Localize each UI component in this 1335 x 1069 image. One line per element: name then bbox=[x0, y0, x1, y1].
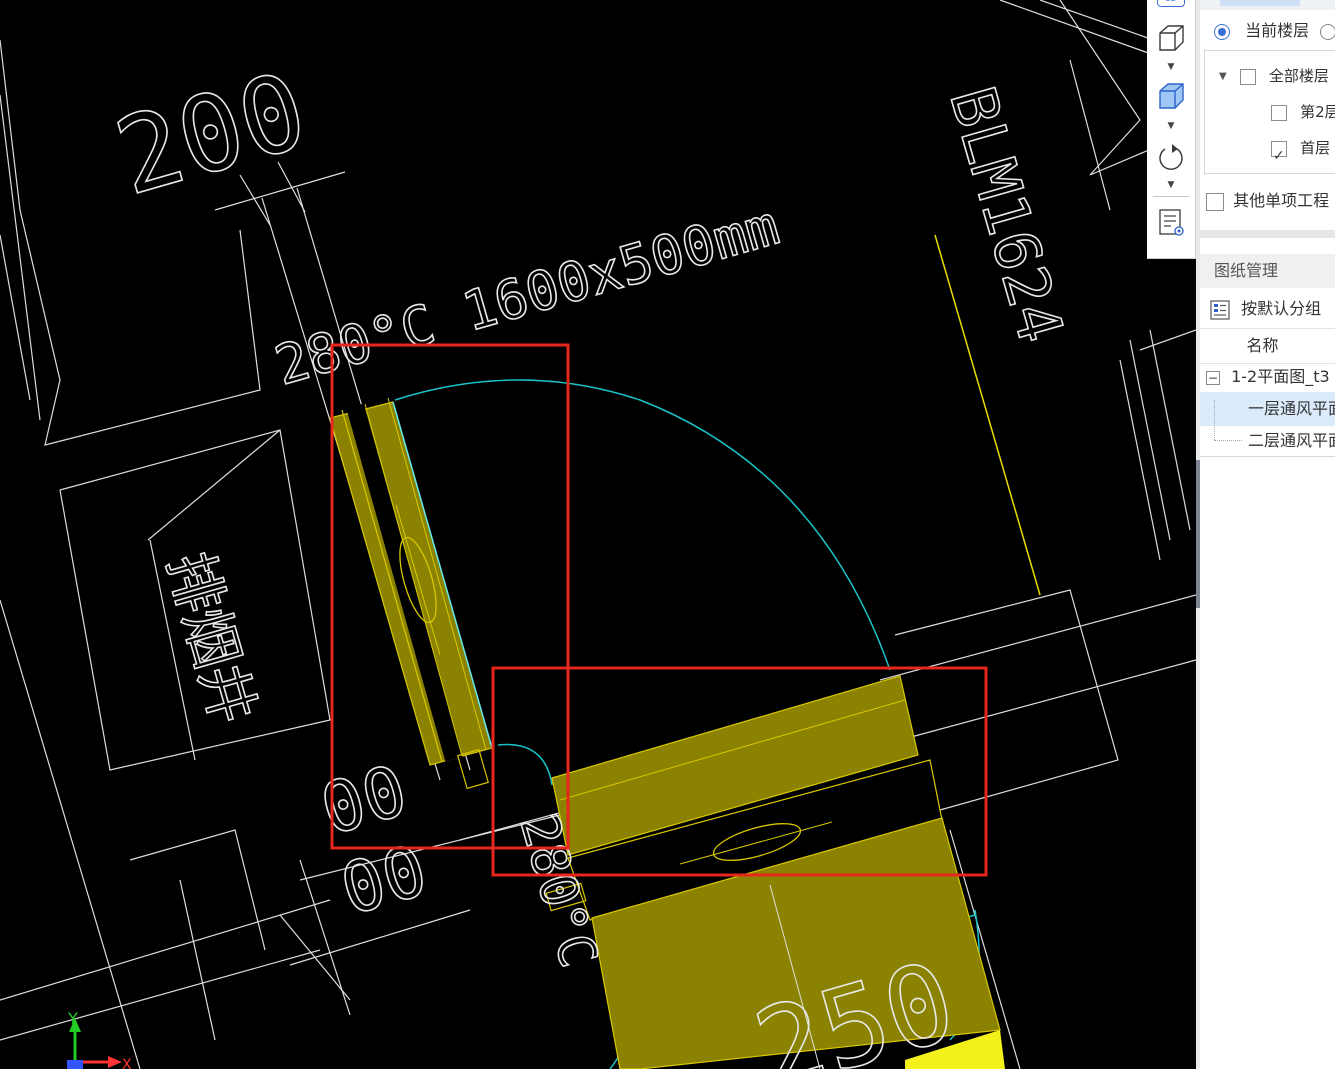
tree-bottom-border bbox=[1200, 456, 1335, 457]
radio-unselected-icon[interactable] bbox=[1320, 23, 1335, 40]
column-header-name[interactable]: 名称 bbox=[1200, 328, 1335, 364]
checkbox-floor1[interactable] bbox=[1271, 139, 1287, 165]
right-panel: 当前楼层 ▼ 全部楼层 第2层 首层 其他单项工程 图纸管理 bbox=[1200, 0, 1335, 1069]
tree-item-floor1[interactable]: 首层 bbox=[1271, 131, 1335, 165]
wireframe-dropdown-arrow[interactable]: ▼ bbox=[1165, 62, 1177, 72]
panel-tab[interactable] bbox=[1220, 0, 1300, 6]
dimension-text-200[interactable]: 200 bbox=[102, 49, 320, 220]
rotate-dropdown-arrow[interactable]: ▼ bbox=[1165, 180, 1177, 190]
drawing-2-label: 二层通风平面图 bbox=[1248, 431, 1335, 450]
tree-connector bbox=[1214, 400, 1216, 440]
current-floor-label: 当前楼层 bbox=[1245, 21, 1310, 40]
other-projects-label: 其他单项工程 bbox=[1233, 191, 1330, 210]
drawing-manager-title: 图纸管理 bbox=[1214, 261, 1279, 280]
toolbar-separator bbox=[1153, 196, 1189, 197]
layer-list-button[interactable] bbox=[1155, 204, 1187, 240]
cube-wireframe-icon bbox=[1159, 25, 1184, 51]
tree-item-floor2[interactable]: 第2层 bbox=[1271, 95, 1335, 129]
wireframe-view-button[interactable] bbox=[1155, 20, 1187, 56]
expand-triangle-icon[interactable]: ▼ bbox=[1219, 60, 1227, 94]
panel-tab-strip bbox=[1200, 0, 1335, 10]
tree-root-item[interactable]: − 1-2平面图_t3 bbox=[1200, 360, 1335, 394]
collapse-icon[interactable]: − bbox=[1206, 370, 1220, 385]
group-list-icon bbox=[1210, 299, 1230, 320]
group-button-label: 按默认分组 bbox=[1241, 299, 1322, 318]
drawing-1-label: 一层通风平面图 bbox=[1248, 399, 1335, 418]
floor1-label: 首层 bbox=[1300, 139, 1331, 157]
solid-view-button[interactable] bbox=[1155, 78, 1187, 114]
drawing-manager-header: 图纸管理 bbox=[1200, 254, 1335, 288]
3d-view-button[interactable]: 3D bbox=[1155, 0, 1187, 14]
view-toolbar: 3D ▼ ▼ ▼ bbox=[1147, 0, 1196, 259]
tree-connector-h bbox=[1214, 440, 1242, 442]
tree-item-all-floors[interactable]: ▼ 全部楼层 bbox=[1219, 59, 1335, 93]
axis-y-label: Y bbox=[67, 1009, 78, 1028]
duct-segment-vertical[interactable] bbox=[329, 397, 493, 790]
smoke-shaft-label[interactable]: 排烟井 bbox=[154, 544, 269, 732]
radio-current-floor[interactable]: 当前楼层 bbox=[1200, 14, 1335, 48]
root-item-label: 1-2平面图_t3 bbox=[1231, 367, 1330, 386]
3d-view-icon: 3D bbox=[1157, 0, 1185, 7]
other-projects-option[interactable]: 其他单项工程 bbox=[1200, 184, 1335, 218]
column-name-label: 名称 bbox=[1246, 336, 1279, 355]
layer-list-icon bbox=[1159, 209, 1184, 236]
duct-size-label[interactable]: 280°C 1600x500mm bbox=[267, 193, 786, 399]
checkbox-other-projects[interactable] bbox=[1206, 192, 1224, 211]
tree-item-drawing-1[interactable]: 一层通风平面图 bbox=[1200, 392, 1335, 426]
rotate-icon bbox=[1159, 144, 1183, 170]
cube-solid-icon bbox=[1159, 83, 1184, 109]
radio-selected-icon bbox=[1214, 23, 1230, 40]
cad-canvas[interactable]: 200 280°C 1600x500mm BLM1624 排烟井 280°C 0… bbox=[0, 0, 1196, 1069]
panel-divider bbox=[1200, 230, 1335, 238]
checkbox-all-floors[interactable] bbox=[1239, 68, 1256, 85]
rotate-view-button[interactable] bbox=[1155, 138, 1187, 174]
floor2-label: 第2层 bbox=[1300, 103, 1335, 121]
checkbox-floor2[interactable] bbox=[1271, 104, 1287, 121]
axis-x-label: X bbox=[122, 1057, 132, 1069]
group-by-default-button[interactable]: 按默认分组 bbox=[1200, 292, 1335, 326]
floor-tree: ▼ 全部楼层 第2层 首层 bbox=[1204, 50, 1335, 174]
solid-dropdown-arrow[interactable]: ▼ bbox=[1165, 121, 1177, 131]
all-floors-label: 全部楼层 bbox=[1268, 67, 1329, 85]
cad-viewport[interactable]: 200 280°C 1600x500mm BLM1624 排烟井 280°C 0… bbox=[0, 0, 1196, 1069]
